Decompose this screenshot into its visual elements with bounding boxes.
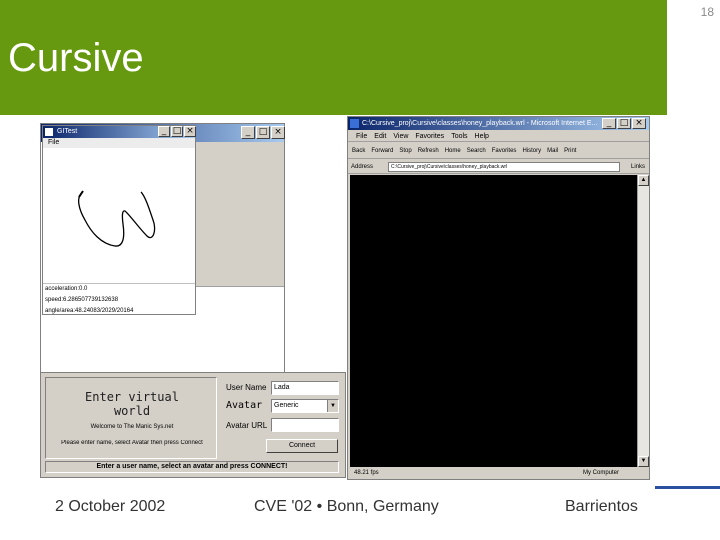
print-button[interactable]: Print	[564, 143, 576, 158]
gitest-titlebar: GITest _ □ ×	[43, 126, 196, 138]
minimize-icon[interactable]: _	[602, 118, 616, 129]
maximize-icon[interactable]: □	[617, 118, 631, 129]
forward-button[interactable]: Forward	[371, 143, 393, 158]
username-field[interactable]: Lada	[271, 381, 339, 395]
ie-icon	[350, 119, 359, 128]
welcome-text: Welcome to The Manic Sys.net	[90, 424, 174, 430]
vrml-viewport[interactable]	[350, 175, 637, 467]
gitest-window-buttons: _ □ ×	[158, 126, 196, 137]
links-button[interactable]: Links	[631, 160, 645, 174]
footer-rule	[655, 486, 720, 489]
browser-statusbar: 48.21 fps My Computer	[348, 468, 649, 479]
favorites-button[interactable]: Favorites	[492, 143, 517, 158]
window-toolbar-strip	[196, 142, 284, 287]
search-button[interactable]: Search	[467, 143, 486, 158]
footer-date: 2 October 2002	[55, 498, 166, 515]
username-label: User Name	[226, 383, 267, 392]
instruction-text: Please enter name, select Avatar then pr…	[61, 440, 203, 446]
browser-window: C:\Cursive_proj\Cursive\classes\honey_pl…	[347, 116, 650, 480]
browser-toolbar: Back Forward Stop Refresh Home Search Fa…	[348, 143, 649, 159]
avatar-selected-value: Generic	[274, 402, 299, 409]
connect-panel: Enter virtual world Welcome to The Manic…	[40, 372, 346, 478]
info-acceleration: acceleration:0.0	[45, 286, 88, 292]
close-icon[interactable]: ×	[632, 118, 646, 129]
gitest-title: GITest	[57, 128, 78, 135]
title-band: Cursive	[0, 0, 667, 115]
gitest-window: GITest _ □ × File acceleration:0.0 speed…	[42, 125, 196, 315]
welcome-box: Enter virtual world Welcome to The Manic…	[45, 377, 217, 459]
browser-title: C:\Cursive_proj\Cursive\classes\honey_pl…	[362, 120, 598, 127]
home-button[interactable]: Home	[445, 143, 461, 158]
heading-line-1: Enter virtual	[85, 390, 179, 404]
close-icon[interactable]: ×	[184, 126, 196, 137]
handwriting-stroke	[78, 190, 156, 247]
enter-virtual-heading: Enter virtual world	[46, 390, 218, 418]
app-icon	[45, 128, 53, 136]
menu-favorites[interactable]: Favorites	[415, 131, 444, 141]
avatar-label: Avatar	[226, 400, 263, 411]
mail-button[interactable]: Mail	[547, 143, 558, 158]
menu-help[interactable]: Help	[475, 131, 489, 141]
info-speed: speed:6.286507739132638	[45, 297, 119, 303]
address-bar-row: Address C:\Cursive_proj\Cursive\classes\…	[348, 160, 649, 174]
minimize-icon[interactable]: _	[241, 126, 255, 139]
avatar-url-label: Avatar URL	[226, 421, 268, 430]
slide-title: Cursive	[8, 36, 144, 80]
status-message: Enter a user name, select an avatar and …	[45, 461, 339, 473]
back-button[interactable]: Back	[352, 143, 365, 158]
stop-button[interactable]: Stop	[399, 143, 411, 158]
scroll-down-icon[interactable]: ▼	[638, 456, 649, 467]
menu-edit[interactable]: Edit	[374, 131, 386, 141]
menu-file[interactable]: File	[356, 131, 367, 141]
minimize-icon[interactable]: _	[158, 126, 170, 137]
footer-conference: CVE '02 • Bonn, Germany	[254, 498, 439, 515]
maximize-icon[interactable]: □	[171, 126, 183, 137]
browser-menubar: File Edit View Favorites Tools Help	[348, 131, 649, 142]
menu-file[interactable]: File	[43, 138, 195, 148]
browser-window-buttons: _ □ ×	[602, 118, 646, 129]
menu-view[interactable]: View	[393, 131, 408, 141]
fps-status: 48.21 fps	[354, 470, 379, 476]
address-input[interactable]: C:\Cursive_proj\Cursive\classes\honey_pl…	[388, 162, 620, 172]
heading-line-2: world	[113, 404, 151, 418]
zone-status: My Computer	[582, 470, 619, 476]
refresh-button[interactable]: Refresh	[418, 143, 439, 158]
gesture-info: acceleration:0.0 speed:6.286507739132638…	[43, 283, 195, 317]
chevron-down-icon[interactable]: ▼	[327, 400, 338, 412]
connect-button[interactable]: Connect	[266, 439, 338, 453]
avatar-select[interactable]: Generic ▼	[271, 399, 339, 413]
address-label: Address	[351, 164, 374, 170]
avatar-url-field[interactable]	[271, 418, 339, 432]
menu-tools[interactable]: Tools	[451, 131, 467, 141]
slide-number: 18	[700, 5, 714, 19]
footer-author: Barrientos	[565, 498, 638, 515]
scroll-up-icon[interactable]: ▲	[638, 175, 649, 186]
vertical-scrollbar[interactable]: ▲ ▼	[637, 175, 649, 467]
maximize-icon[interactable]: □	[256, 126, 270, 139]
history-button[interactable]: History	[522, 143, 541, 158]
gesture-canvas[interactable]	[43, 148, 195, 281]
window-buttons: _ □ ×	[241, 126, 285, 139]
close-icon[interactable]: ×	[271, 126, 285, 139]
info-angle: angle/area:48.24083/2029/20164	[45, 308, 134, 314]
